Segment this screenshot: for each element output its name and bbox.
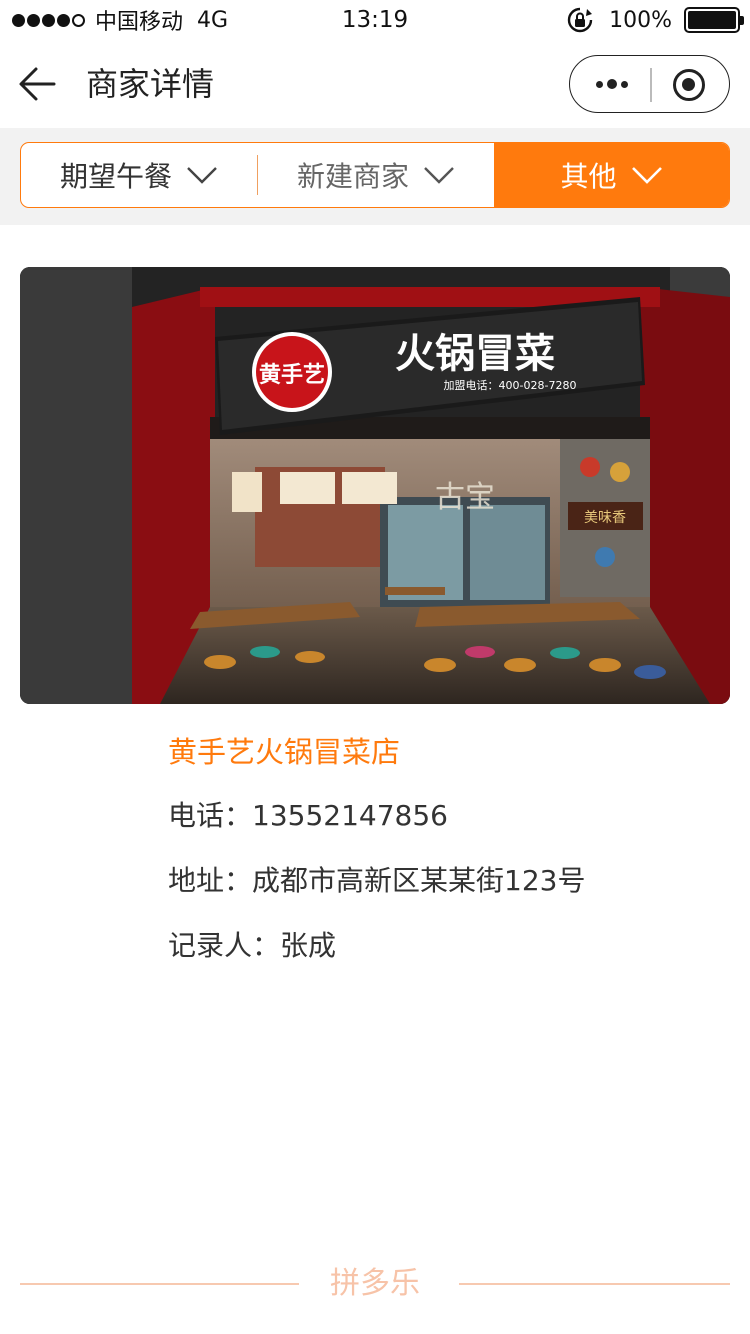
mini-program-capsule bbox=[569, 55, 730, 113]
filter-tab-label: 期望午餐 bbox=[59, 160, 172, 193]
wall-sign: 美味香 bbox=[584, 510, 626, 526]
battery-fill bbox=[688, 11, 736, 29]
recorder-value: 张成 bbox=[280, 929, 337, 962]
address-value: 成都市高新区某某街123号 bbox=[252, 864, 586, 897]
close-circle-icon[interactable] bbox=[673, 69, 705, 101]
phone-label: 电话： bbox=[168, 799, 253, 832]
phone-value[interactable]: 13552147856 bbox=[252, 799, 448, 832]
merchant-name: 黄手艺火锅冒菜店 bbox=[168, 735, 401, 769]
nav-bar: 商家详情 bbox=[0, 40, 750, 128]
sign-phone: 加盟电话：400-028-7280 bbox=[444, 379, 577, 392]
address-row: 地址：成都市高新区某某街123号 bbox=[168, 859, 585, 903]
footer-divider-right bbox=[459, 1283, 730, 1285]
page-title: 商家详情 bbox=[86, 65, 215, 103]
chevron-down-icon bbox=[631, 167, 662, 184]
battery-percent: 100% bbox=[609, 7, 672, 33]
filter-tab-lunch[interactable]: 期望午餐 bbox=[21, 143, 257, 207]
filter-tab-label: 其他 bbox=[560, 160, 617, 193]
address-label: 地址： bbox=[168, 864, 253, 897]
store-photo[interactable]: 黄手艺 火锅冒菜 加盟电话：400-028-7280 美味香 古宝 bbox=[20, 267, 730, 704]
filter-tab-other[interactable]: 其他 bbox=[494, 143, 729, 207]
logo-text: 黄手艺 bbox=[259, 362, 325, 388]
recorder-row: 记录人：张成 bbox=[168, 924, 336, 968]
chevron-down-icon bbox=[187, 167, 217, 184]
capsule-divider bbox=[650, 68, 652, 102]
more-dots-icon[interactable] bbox=[592, 72, 632, 96]
store-photo-illustration: 黄手艺 火锅冒菜 加盟电话：400-028-7280 美味香 古宝 bbox=[20, 267, 730, 704]
filter-tabs: 期望午餐 新建商家 其他 bbox=[20, 142, 730, 208]
filter-band: 期望午餐 新建商家 其他 bbox=[0, 128, 750, 225]
battery-icon bbox=[684, 7, 744, 33]
sign-text: 火锅冒菜 bbox=[395, 331, 555, 377]
filter-tab-new-merchant[interactable]: 新建商家 bbox=[258, 143, 494, 207]
footer-brand: 拼多乐 bbox=[0, 1262, 750, 1306]
recorder-label: 记录人： bbox=[168, 929, 281, 962]
chevron-down-icon bbox=[424, 167, 454, 184]
filter-tab-label: 新建商家 bbox=[296, 160, 409, 193]
window-text: 古宝 bbox=[435, 480, 495, 515]
back-arrow-icon[interactable] bbox=[16, 62, 60, 106]
status-right: 100% bbox=[565, 6, 744, 34]
rotation-lock-icon bbox=[567, 7, 593, 33]
status-bar: 中国移动 4G 13:19 100% bbox=[0, 0, 750, 40]
phone-row: 电话：13552147856 bbox=[168, 794, 448, 838]
